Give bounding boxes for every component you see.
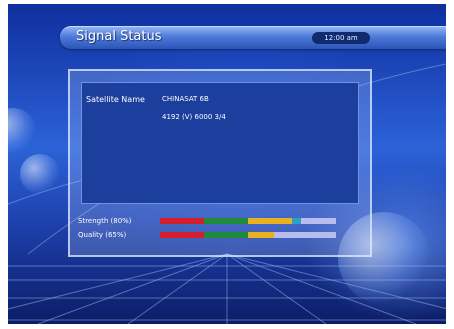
decorative-orb [20,154,60,194]
clock-display: 12:00 am [312,32,370,44]
quality-bar [160,232,336,238]
strength-meter-row: Strength (80%) [78,216,336,226]
signal-status-panel: Satellite Name CHINASAT 6B 4192 (V) 6000… [68,69,372,257]
strength-label: Strength (80%) [78,217,132,225]
strength-bar [160,218,336,224]
quality-label: Quality (65%) [78,231,127,239]
satellite-name-label: Satellite Name [86,94,145,104]
quality-bar-fill [160,232,275,238]
satellite-name-row: Satellite Name CHINASAT 6B [86,92,209,106]
quality-meter-row: Quality (65%) [78,230,336,240]
page-title: Signal Status [76,29,162,44]
tv-screen: Signal Status 12:00 am Satellite Name CH… [8,4,446,324]
satellite-info-box: Satellite Name CHINASAT 6B 4192 (V) 6000… [81,82,359,204]
satellite-name-value: CHINASAT 6B [162,95,209,103]
header-bar: Signal Status 12:00 am [60,26,446,49]
strength-bar-fill [160,218,301,224]
transponder-info: 4192 (V) 6000 3/4 [162,113,226,121]
